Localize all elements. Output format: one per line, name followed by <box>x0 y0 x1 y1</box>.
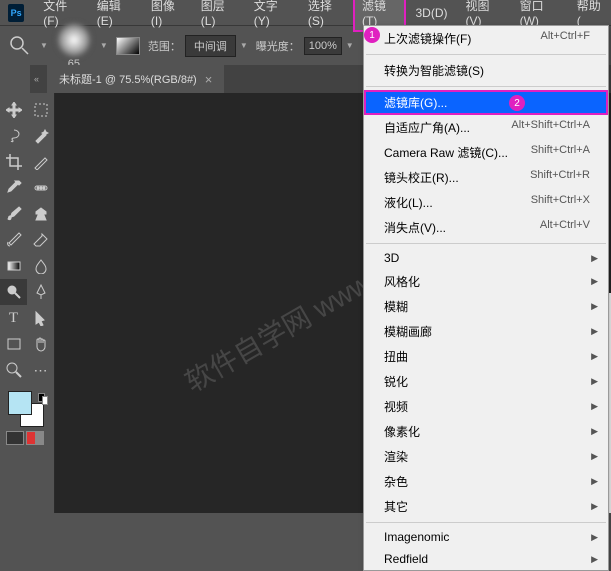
dodge-tool[interactable] <box>0 279 27 305</box>
menu-last-filter[interactable]: 上次滤镜操作(F)Alt+Ctrl+F <box>364 26 608 51</box>
color-swatches <box>0 391 54 427</box>
quick-mask-icon[interactable] <box>6 431 24 445</box>
menu-video[interactable]: 视频▶ <box>364 394 608 419</box>
menu-stylize[interactable]: 风格化▶ <box>364 269 608 294</box>
separator <box>366 243 606 244</box>
brush-panel-icon[interactable] <box>116 37 140 55</box>
gradient-tool[interactable] <box>0 253 27 279</box>
chevron-right-icon: ▶ <box>591 326 598 337</box>
menu-edit[interactable]: 编辑(E) <box>88 0 142 32</box>
separator <box>366 522 606 523</box>
brush-preview[interactable] <box>56 22 92 58</box>
brush-tool[interactable] <box>0 201 27 227</box>
menu-filter-gallery[interactable]: 滤镜库(G)... <box>364 90 608 115</box>
chevron-right-icon: ▶ <box>591 376 598 387</box>
menu-3d[interactable]: 3D(D) <box>406 2 456 24</box>
menu-3d[interactable]: 3D▶ <box>364 247 608 269</box>
crop-tool[interactable] <box>0 149 27 175</box>
chevron-down-icon[interactable]: ▼ <box>240 41 248 50</box>
menu-render[interactable]: 渲染▶ <box>364 444 608 469</box>
menu-adaptive-wide-angle[interactable]: 自适应广角(A)...Alt+Shift+Ctrl+A <box>364 115 608 140</box>
history-brush-tool[interactable] <box>0 227 27 253</box>
magic-wand-tool[interactable] <box>27 123 54 149</box>
chevron-right-icon: ▶ <box>591 401 598 412</box>
eraser-tool[interactable] <box>27 227 54 253</box>
toolbox: T ⋯ <box>0 93 55 513</box>
chevron-right-icon: ▶ <box>591 301 598 312</box>
chevron-down-icon[interactable]: ▼ <box>100 41 108 50</box>
menu-layer[interactable]: 图层(L) <box>192 0 245 32</box>
filter-menu: 上次滤镜操作(F)Alt+Ctrl+F 转换为智能滤镜(S) 滤镜库(G)...… <box>363 25 609 571</box>
pen-tool[interactable] <box>27 279 54 305</box>
chevron-right-icon: ▶ <box>591 253 598 264</box>
healing-brush-tool[interactable] <box>27 175 54 201</box>
document-tab[interactable]: 未标题-1 @ 75.5%(RGB/8#) × <box>47 65 224 93</box>
menu-blur[interactable]: 模糊▶ <box>364 294 608 319</box>
chevron-right-icon: ▶ <box>591 554 598 565</box>
slice-tool[interactable] <box>27 149 54 175</box>
range-label: 范围： <box>148 38 181 54</box>
menu-imagenomic[interactable]: Imagenomic▶ <box>364 526 608 548</box>
blur-tool[interactable] <box>27 253 54 279</box>
menu-other[interactable]: 其它▶ <box>364 494 608 519</box>
path-selection-tool[interactable] <box>27 305 54 331</box>
chevron-right-icon: ▶ <box>591 451 598 462</box>
lasso-tool[interactable] <box>0 123 27 149</box>
marquee-tool[interactable] <box>27 97 54 123</box>
annotation-callout-2: 2 <box>509 95 525 111</box>
menu-vanishing-point[interactable]: 消失点(V)...Alt+Ctrl+V <box>364 215 608 240</box>
rectangle-tool[interactable] <box>0 331 27 357</box>
menu-sharpen[interactable]: 锐化▶ <box>364 369 608 394</box>
menu-blur-gallery[interactable]: 模糊画廊▶ <box>364 319 608 344</box>
type-tool[interactable]: T <box>0 305 27 331</box>
menu-image[interactable]: 图像(I) <box>142 0 192 32</box>
chevron-right-icon: ▶ <box>591 501 598 512</box>
default-colors-icon[interactable] <box>38 393 48 403</box>
chevron-down-icon[interactable]: ▼ <box>40 41 48 50</box>
separator <box>366 54 606 55</box>
eyedropper-tool[interactable] <box>0 175 27 201</box>
menu-camera-raw[interactable]: Camera Raw 滤镜(C)...Shift+Ctrl+A <box>364 140 608 165</box>
exposure-label: 曝光度： <box>256 38 300 54</box>
menu-pixelate[interactable]: 像素化▶ <box>364 419 608 444</box>
chevron-right-icon: ▶ <box>591 276 598 287</box>
menu-noise[interactable]: 杂色▶ <box>364 469 608 494</box>
menu-redfield[interactable]: Redfield▶ <box>364 548 608 570</box>
hand-tool[interactable] <box>27 331 54 357</box>
chevron-right-icon: ▶ <box>591 532 598 543</box>
clone-stamp-tool[interactable] <box>27 201 54 227</box>
chevron-right-icon: ▶ <box>591 476 598 487</box>
collapse-icon[interactable]: « <box>34 74 39 84</box>
menu-type[interactable]: 文字(Y) <box>245 0 299 32</box>
screen-mode-icons <box>0 431 54 445</box>
edit-toolbar[interactable]: ⋯ <box>27 357 54 383</box>
close-icon[interactable]: × <box>205 72 213 87</box>
photoshop-logo: Ps <box>8 4 24 22</box>
chevron-right-icon: ▶ <box>591 426 598 437</box>
menu-distort[interactable]: 扭曲▶ <box>364 344 608 369</box>
menu-convert-smart[interactable]: 转换为智能滤镜(S) <box>364 58 608 83</box>
menu-select[interactable]: 选择(S) <box>299 0 353 32</box>
chevron-down-icon[interactable]: ▼ <box>346 41 354 50</box>
menu-lens-correction[interactable]: 镜头校正(R)...Shift+Ctrl+R <box>364 165 608 190</box>
chevron-right-icon: ▶ <box>591 351 598 362</box>
annotation-callout-1: 1 <box>364 27 380 43</box>
range-select[interactable]: 中间调 <box>185 35 236 57</box>
zoom-tool[interactable] <box>0 357 27 383</box>
separator <box>366 86 606 87</box>
tab-title: 未标题-1 @ 75.5%(RGB/8#) <box>59 71 197 87</box>
exposure-value[interactable]: 100% <box>304 37 342 55</box>
menu-liquify[interactable]: 液化(L)...Shift+Ctrl+X <box>364 190 608 215</box>
foreground-color[interactable] <box>8 391 32 415</box>
move-tool[interactable] <box>0 97 27 123</box>
dodge-tool-icon[interactable] <box>8 34 32 58</box>
screen-mode-icon[interactable] <box>26 431 44 445</box>
